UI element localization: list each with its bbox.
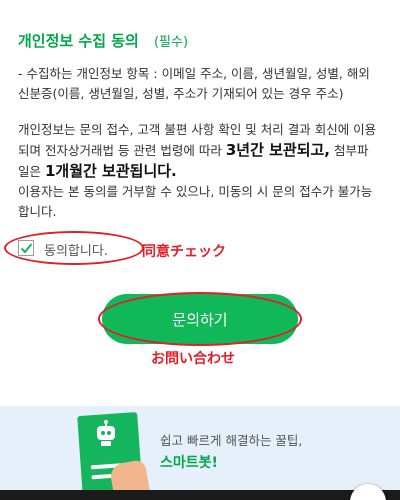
policy-text: 일은	[18, 164, 45, 179]
collected-items-line: 신분증(이름, 생년월일, 성별, 주소가 기재되어 있는 경우 주소)	[18, 86, 344, 101]
page: 개인정보 수집 동의 (필수) - 수집하는 개인정보 항목 : 이메일 주소,…	[0, 0, 400, 500]
collected-items-text: - 수집하는 개인정보 항목 : 이메일 주소, 이름, 생년월일, 성별, 해…	[18, 64, 388, 104]
robot-icon	[97, 420, 115, 446]
banner-tagline: 쉽고 빠르게 해결하는 꿀팁,	[160, 433, 303, 448]
inquiry-button-wrapper: 문의하기	[98, 292, 304, 346]
consent-title: 개인정보 수집 동의	[18, 32, 139, 50]
collected-items-line: - 수집하는 개인정보 항목 : 이메일 주소, 이름, 생년월일, 성별, 해…	[18, 66, 370, 81]
policy-line: 합니다.	[18, 204, 57, 219]
retention-period-main: 3년간 보관되고,	[225, 141, 331, 159]
policy-text: 되며 전자상거래법 등 관련 법령에 따라	[18, 143, 226, 158]
agree-annotation: 同意チェック	[142, 244, 226, 260]
retention-policy-text: 개인정보는 문의 접수, 고객 불편 사항 확인 및 처리 결과 회신에 이용 …	[18, 120, 388, 222]
consent-header: 개인정보 수집 동의 (필수)	[18, 30, 188, 51]
smartbot-banner[interactable]: 쉽고 빠르게 해결하는 꿀팁, 스마트봇!	[0, 406, 400, 500]
policy-line: 개인정보는 문의 접수, 고객 불편 사항 확인 및 처리 결과 회신에 이용	[18, 122, 377, 137]
retention-period-attachment: 1개월간 보관됩니다.	[44, 162, 177, 180]
required-tag: (필수)	[153, 35, 189, 50]
policy-line: 일은 1개월간 보관됩니다.	[18, 161, 388, 182]
bottom-bar	[0, 490, 400, 500]
agree-highlight-circle	[4, 231, 144, 265]
policy-line: 되며 전자상거래법 등 관련 법령에 따라 3년간 보관되고, 첨부파	[18, 140, 388, 161]
banner-title[interactable]: 스마트봇!	[160, 452, 218, 472]
policy-text: 첨부파	[330, 143, 369, 158]
inquiry-button[interactable]: 문의하기	[102, 294, 298, 344]
inquiry-annotation: お問い合わせ	[151, 351, 235, 367]
policy-line: 이용자는 본 동의를 거부할 수 있으나, 미동의 시 문의 접수가 불가능	[18, 184, 373, 199]
